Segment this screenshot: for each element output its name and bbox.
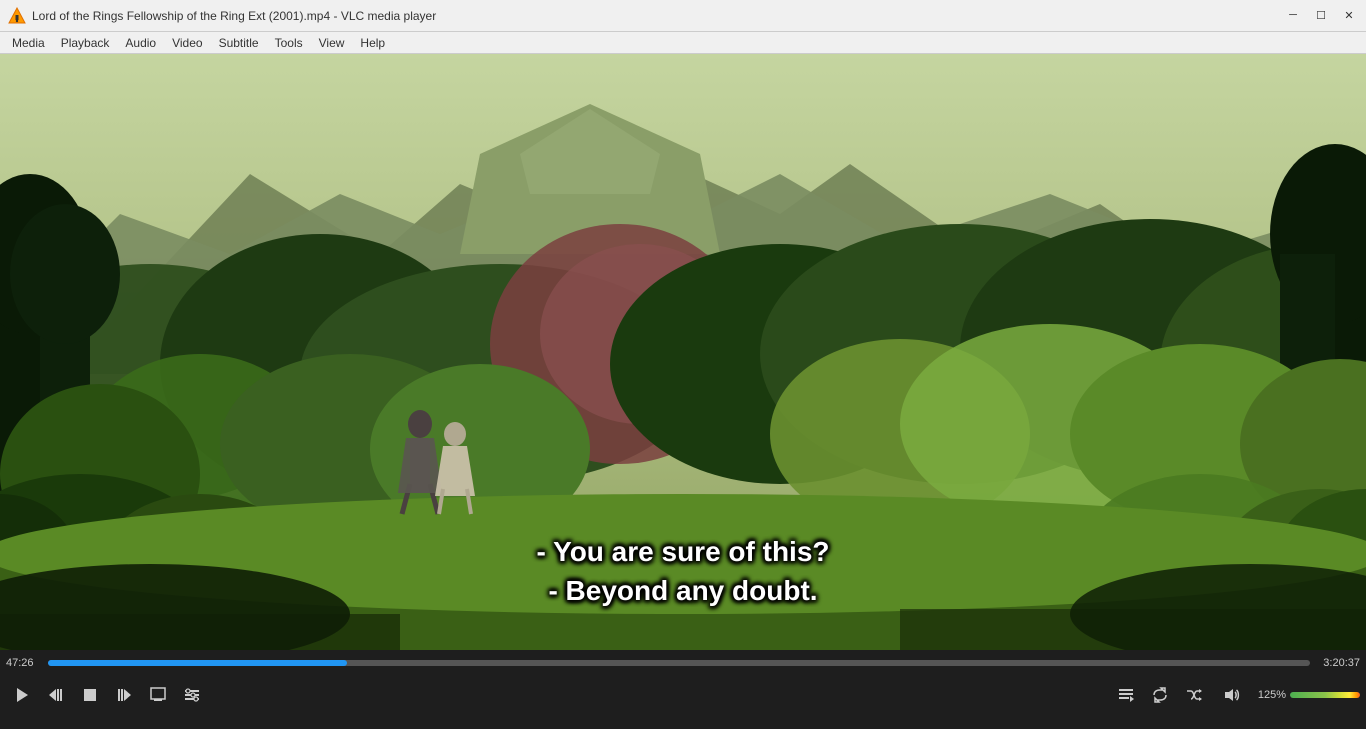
fullscreen-icon (150, 687, 166, 703)
menu-media[interactable]: Media (4, 32, 53, 54)
menu-audio[interactable]: Audio (117, 32, 164, 54)
seek-row: 47:26 3:20:37 (6, 654, 1360, 672)
maximize-button[interactable]: ☐ (1308, 4, 1334, 26)
volume-area: 125% (1216, 679, 1360, 711)
play-button[interactable] (6, 679, 38, 711)
volume-icon (1224, 687, 1240, 703)
seek-bar-fill (48, 660, 347, 666)
subtitle-overlay: - You are sure of this? - Beyond any dou… (536, 532, 829, 610)
menu-video[interactable]: Video (164, 32, 210, 54)
subtitle-line-2: - Beyond any doubt. (536, 571, 829, 610)
loop-icon (1152, 687, 1168, 703)
menu-playback[interactable]: Playback (53, 32, 118, 54)
menu-subtitle[interactable]: Subtitle (211, 32, 267, 54)
subtitle-line-1: - You are sure of this? (536, 532, 829, 571)
time-current: 47:26 (6, 657, 42, 669)
controls-row: 125% (6, 675, 1360, 715)
menubar: Media Playback Audio Video Subtitle Tool… (0, 32, 1366, 54)
window-controls: ─ ☐ ✕ (1280, 4, 1362, 26)
volume-button[interactable] (1216, 679, 1248, 711)
prev-icon (48, 687, 64, 703)
video-player[interactable]: - You are sure of this? - Beyond any dou… (0, 54, 1366, 650)
fullscreen-button[interactable] (142, 679, 174, 711)
prev-chapter-button[interactable] (40, 679, 72, 711)
volume-percentage: 125% (1252, 689, 1286, 701)
loop-button[interactable] (1144, 679, 1176, 711)
next-button[interactable] (108, 679, 140, 711)
stop-button[interactable] (74, 679, 106, 711)
vlc-icon (8, 7, 26, 25)
next-icon (116, 687, 132, 703)
shuffle-button[interactable] (1178, 679, 1210, 711)
menu-help[interactable]: Help (352, 32, 393, 54)
stop-icon (82, 687, 98, 703)
minimize-button[interactable]: ─ (1280, 4, 1306, 26)
menu-view[interactable]: View (311, 32, 353, 54)
shuffle-icon (1186, 687, 1202, 703)
menu-tools[interactable]: Tools (267, 32, 311, 54)
seek-bar[interactable] (48, 660, 1310, 666)
volume-bar[interactable] (1290, 692, 1360, 698)
playlist-icon (1118, 687, 1134, 703)
controls-area: 47:26 3:20:37 (0, 650, 1366, 729)
playlist-button[interactable] (1110, 679, 1142, 711)
settings-icon (184, 687, 200, 703)
titlebar: Lord of the Rings Fellowship of the Ring… (0, 0, 1366, 32)
time-total: 3:20:37 (1316, 657, 1360, 669)
play-icon (14, 687, 30, 703)
window-title: Lord of the Rings Fellowship of the Ring… (32, 9, 1358, 23)
extended-settings-button[interactable] (176, 679, 208, 711)
volume-bar-fill (1290, 692, 1360, 698)
close-button[interactable]: ✕ (1336, 4, 1362, 26)
